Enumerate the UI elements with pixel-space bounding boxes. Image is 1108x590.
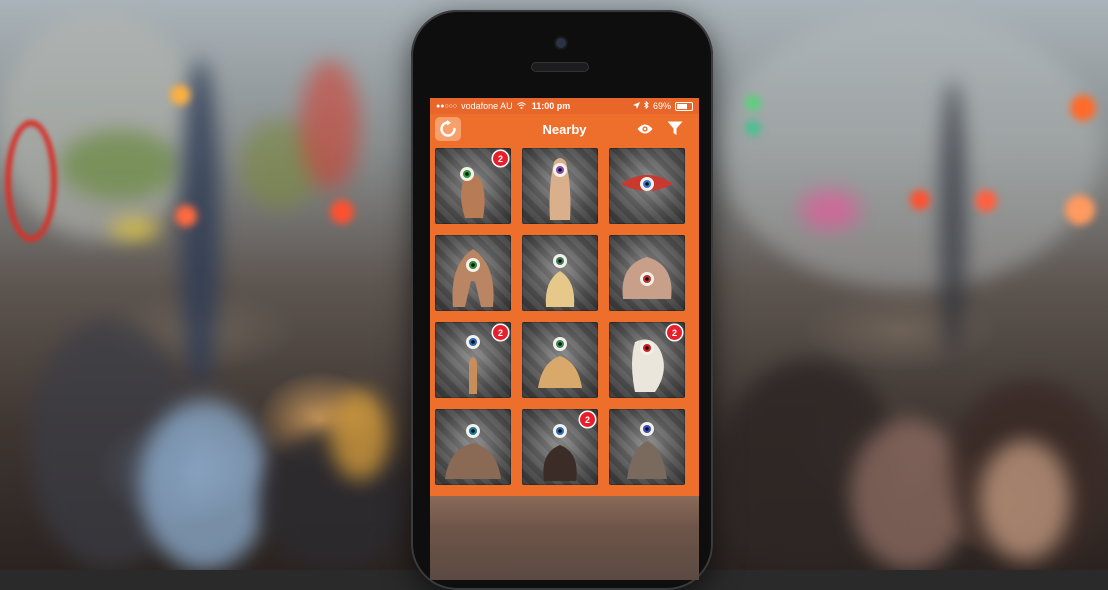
eye-pupil (645, 346, 649, 350)
eye-pupil (471, 263, 475, 267)
earpiece-speaker (531, 62, 589, 72)
creature-figure (621, 175, 673, 191)
creature-tile[interactable] (609, 235, 685, 311)
creature-figure (538, 337, 582, 388)
eye-pupil (471, 429, 475, 433)
notification-badge: 2 (667, 325, 682, 340)
creature-tile[interactable] (435, 235, 511, 311)
location-icon (632, 101, 640, 111)
creature-body (452, 249, 494, 307)
creature-tile[interactable] (522, 235, 598, 311)
creature-grid: 2 2 2 2 (435, 148, 695, 485)
creature-figure (622, 257, 672, 299)
creature-tile[interactable]: 2 (609, 322, 685, 398)
creature-tile[interactable]: 2 (522, 409, 598, 485)
eye-pupil (465, 172, 469, 176)
phone-device: ●●○○○ vodafone AU 11:00 pm 69% Nearby 2 … (411, 10, 713, 590)
app-screen: ●●○○○ vodafone AU 11:00 pm 69% Nearby 2 … (430, 98, 699, 580)
battery-percentage: 69% (652, 101, 671, 111)
eye-pupil (471, 340, 475, 344)
view-toggle-button[interactable] (637, 122, 653, 134)
signal-strength: ●●○○○ (436, 102, 458, 110)
creature-figure (545, 254, 575, 307)
clock-time: 11:00 pm (531, 101, 571, 111)
notification-badge: 2 (493, 151, 508, 166)
creature-tile[interactable] (609, 148, 685, 224)
creature-figure (452, 249, 494, 307)
refresh-icon (440, 120, 456, 137)
battery-icon (675, 101, 693, 111)
creature-tile[interactable]: 2 (435, 322, 511, 398)
eye-pupil (558, 259, 562, 263)
creature-tile[interactable] (522, 322, 598, 398)
eye-pupil (645, 277, 649, 281)
creature-figure (445, 424, 501, 479)
status-bar: ●●○○○ vodafone AU 11:00 pm 69% (430, 98, 699, 114)
camera-preview-strip (430, 496, 699, 580)
eye-pupil (558, 342, 562, 346)
creature-body (469, 357, 477, 394)
creature-body (627, 441, 667, 479)
creature-figure (549, 158, 571, 220)
creature-body (445, 443, 501, 479)
eye-pupil (558, 168, 562, 172)
eye-pupil (558, 429, 562, 433)
creature-body (538, 356, 582, 388)
notification-badge: 2 (493, 325, 508, 340)
creature-body (545, 271, 575, 307)
refresh-button[interactable] (435, 117, 461, 141)
page-title: Nearby (542, 121, 587, 137)
bluetooth-icon (644, 100, 649, 111)
creature-tile[interactable]: 2 (435, 148, 511, 224)
creature-body (543, 445, 577, 481)
carrier-name: vodafone AU (461, 101, 513, 111)
filter-button[interactable] (667, 121, 683, 136)
creature-tile[interactable] (609, 409, 685, 485)
eye-icon (637, 124, 653, 134)
filter-icon (667, 121, 683, 135)
front-camera (556, 38, 566, 48)
creature-tile[interactable] (435, 409, 511, 485)
creature-tile[interactable] (522, 148, 598, 224)
eye-pupil (645, 427, 649, 431)
creature-figure (627, 422, 667, 479)
notification-badge: 2 (580, 412, 595, 427)
eye-pupil (645, 182, 649, 186)
creature-body (461, 174, 485, 218)
wifi-icon (516, 101, 526, 111)
navigation-bar: Nearby (430, 114, 699, 144)
